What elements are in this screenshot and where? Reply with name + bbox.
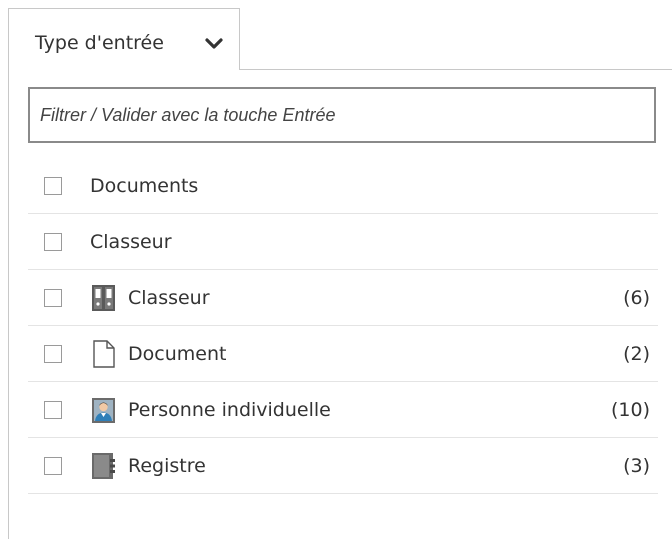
list-item-documents[interactable]: Documents (28, 158, 658, 214)
panel-border (8, 69, 9, 539)
checkbox[interactable] (44, 345, 62, 363)
list-item-classeur-group[interactable]: Classeur (28, 214, 658, 270)
list-item-count: (10) (610, 399, 650, 421)
checkbox[interactable] (44, 289, 62, 307)
checkbox[interactable] (44, 401, 62, 419)
entry-type-filter-panel: Type d'entrée Documents Classeur (0, 0, 672, 539)
list-item-label: Document (128, 343, 227, 365)
binder-icon (92, 285, 115, 311)
list-item-label: Documents (90, 175, 199, 197)
list-item-label: Personne individuelle (128, 399, 331, 421)
list-item-personne-individuelle[interactable]: Personne individuelle (10) (28, 382, 658, 438)
list-item-document[interactable]: Document (2) (28, 326, 658, 382)
list-item-count: (6) (623, 287, 650, 309)
person-icon (92, 398, 115, 423)
list-item-registre[interactable]: Registre (3) (28, 438, 658, 494)
list-item-classeur[interactable]: Classeur (6) (28, 270, 658, 326)
chevron-down-icon[interactable] (204, 34, 224, 54)
checkbox[interactable] (44, 457, 62, 475)
list-item-count: (3) (623, 455, 650, 477)
list-item-label: Classeur (90, 231, 172, 253)
entry-type-list: Documents Classeur Classeur (6) Document… (28, 158, 658, 494)
document-icon (93, 340, 115, 368)
list-item-count: (2) (623, 343, 650, 365)
list-item-label: Classeur (128, 287, 210, 309)
register-icon (92, 453, 115, 479)
filter-input[interactable] (28, 87, 656, 143)
checkbox[interactable] (44, 177, 62, 195)
checkbox[interactable] (44, 233, 62, 251)
tab-divider (240, 69, 672, 70)
list-item-label: Registre (128, 455, 206, 477)
tab-entry-type[interactable]: Type d'entrée (8, 8, 240, 70)
tab-label: Type d'entrée (35, 32, 164, 54)
